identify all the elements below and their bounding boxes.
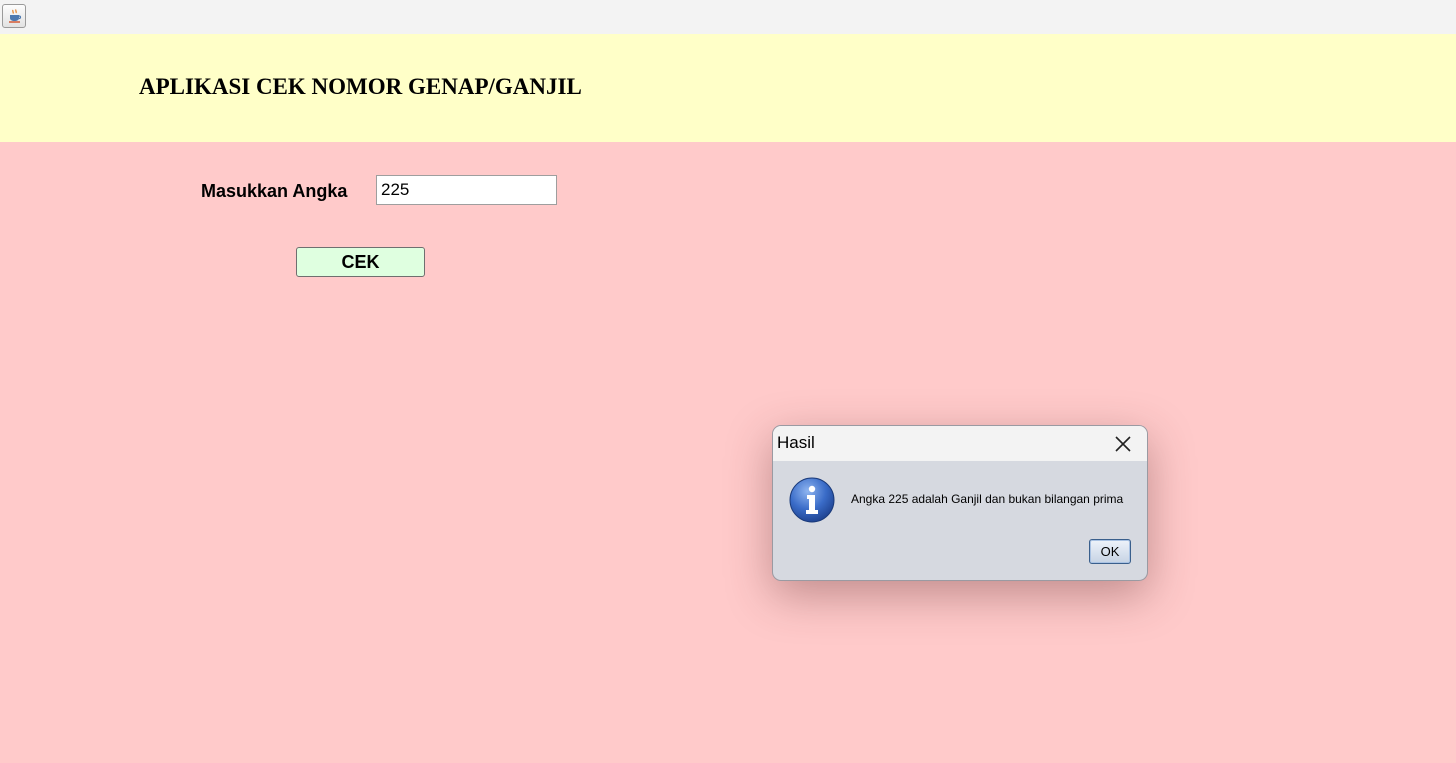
number-input-label: Masukkan Angka	[201, 181, 348, 201]
window-titlebar	[0, 0, 1456, 34]
cek-button[interactable]: CEK	[296, 247, 425, 277]
close-icon[interactable]	[1113, 434, 1133, 454]
app-header: APLIKASI CEK NOMOR GENAP/GANJIL	[0, 34, 1456, 142]
info-icon	[788, 476, 836, 524]
result-dialog: Hasil Angka 225 adalah Ganjil dan bukan …	[772, 425, 1148, 581]
number-input[interactable]	[376, 175, 557, 205]
dialog-message: Angka 225 adalah Ganjil dan bukan bilang…	[851, 492, 1124, 506]
dialog-titlebar[interactable]: Hasil	[773, 426, 1147, 461]
page-title: APLIKASI CEK NOMOR GENAP/GANJIL	[139, 74, 582, 99]
dialog-title: Hasil	[777, 433, 815, 452]
java-cup-icon[interactable]	[2, 4, 26, 28]
main-panel: Masukkan Angka CEK	[0, 142, 1456, 763]
ok-button[interactable]: OK	[1089, 539, 1131, 564]
